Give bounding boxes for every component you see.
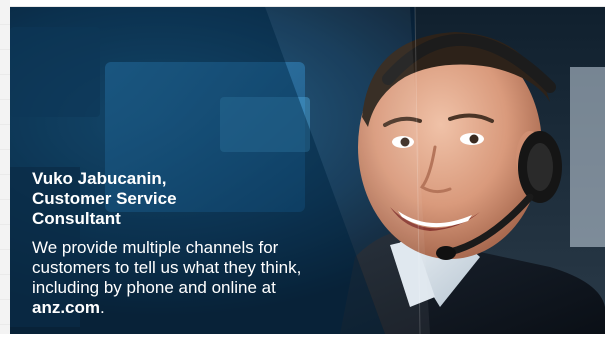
photo-caption: Vuko Jabucanin, Customer Service Consult… (32, 169, 332, 318)
bottom-border (0, 334, 605, 341)
caption-description: We provide multiple channels for custome… (32, 238, 322, 318)
page: Vuko Jabucanin, Customer Service Consult… (0, 0, 605, 341)
caption-body-suffix: . (100, 298, 105, 317)
anz-link-text: anz.com (32, 298, 101, 317)
top-border (0, 0, 605, 7)
page-edge-strip (0, 0, 10, 341)
consultant-photo: Vuko Jabucanin, Customer Service Consult… (10, 7, 605, 334)
consultant-name-title: Vuko Jabucanin, Customer Service Consult… (32, 169, 177, 228)
caption-body-text: We provide multiple channels for custome… (32, 238, 302, 297)
